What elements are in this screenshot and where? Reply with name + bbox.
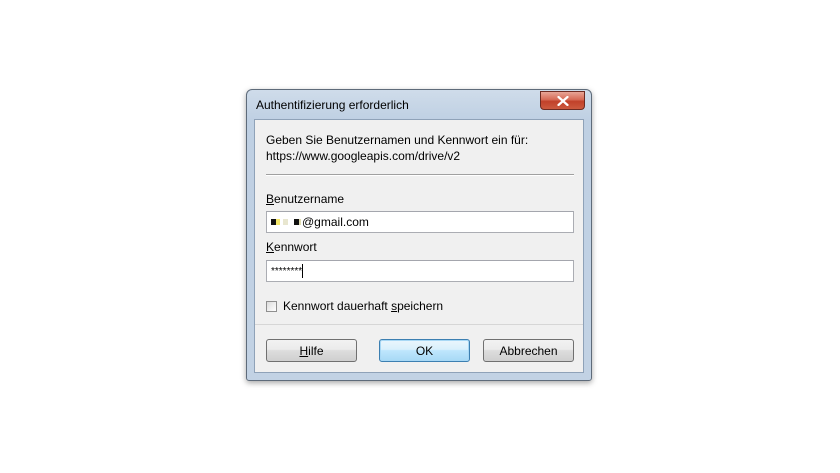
remember-password-checkbox[interactable] <box>266 300 277 312</box>
title-bar[interactable]: Authentifizierung erforderlich <box>247 90 591 119</box>
password-value: ******** <box>271 265 303 277</box>
cancel-button[interactable]: Abbrechen <box>483 339 574 362</box>
text-caret <box>302 264 304 278</box>
screenshot-stage: Authentifizierung erforderlich Geben Sie… <box>0 0 840 473</box>
password-input[interactable]: ******** <box>266 260 574 282</box>
password-label: Kennwort <box>266 240 317 254</box>
button-area-separator <box>255 324 583 325</box>
username-label-rest: enutzername <box>274 192 345 206</box>
username-label-accel: B <box>266 192 275 206</box>
remember-password-label: Kennwort dauerhaft speichern <box>283 299 444 313</box>
close-icon <box>556 95 569 106</box>
help-button[interactable]: Hilfe <box>266 339 357 362</box>
separator <box>266 174 574 176</box>
username-value: @gmail.com <box>302 215 369 229</box>
remember-password-checkbox-row[interactable]: Kennwort dauerhaft speichern <box>266 299 443 313</box>
username-input[interactable]: @gmail.com <box>266 211 574 233</box>
ok-button[interactable]: OK <box>379 339 470 362</box>
dialog-title: Authentifizierung erforderlich <box>256 98 409 112</box>
close-button[interactable] <box>540 91 585 110</box>
username-label: Benutzername <box>266 192 344 206</box>
dialog-body: Geben Sie Benutzernamen und Kennwort ein… <box>254 119 584 373</box>
intro-line-1: Geben Sie Benutzernamen und Kennwort ein… <box>266 133 529 147</box>
intro-text: Geben Sie Benutzernamen und Kennwort ein… <box>266 132 528 164</box>
auth-dialog: Authentifizierung erforderlich Geben Sie… <box>246 89 592 381</box>
redacted-text <box>271 217 301 227</box>
intro-url: https://www.googleapis.com/drive/v2 <box>266 149 461 163</box>
password-label-rest: ennwort <box>274 240 317 254</box>
password-label-accel: K <box>266 240 275 254</box>
